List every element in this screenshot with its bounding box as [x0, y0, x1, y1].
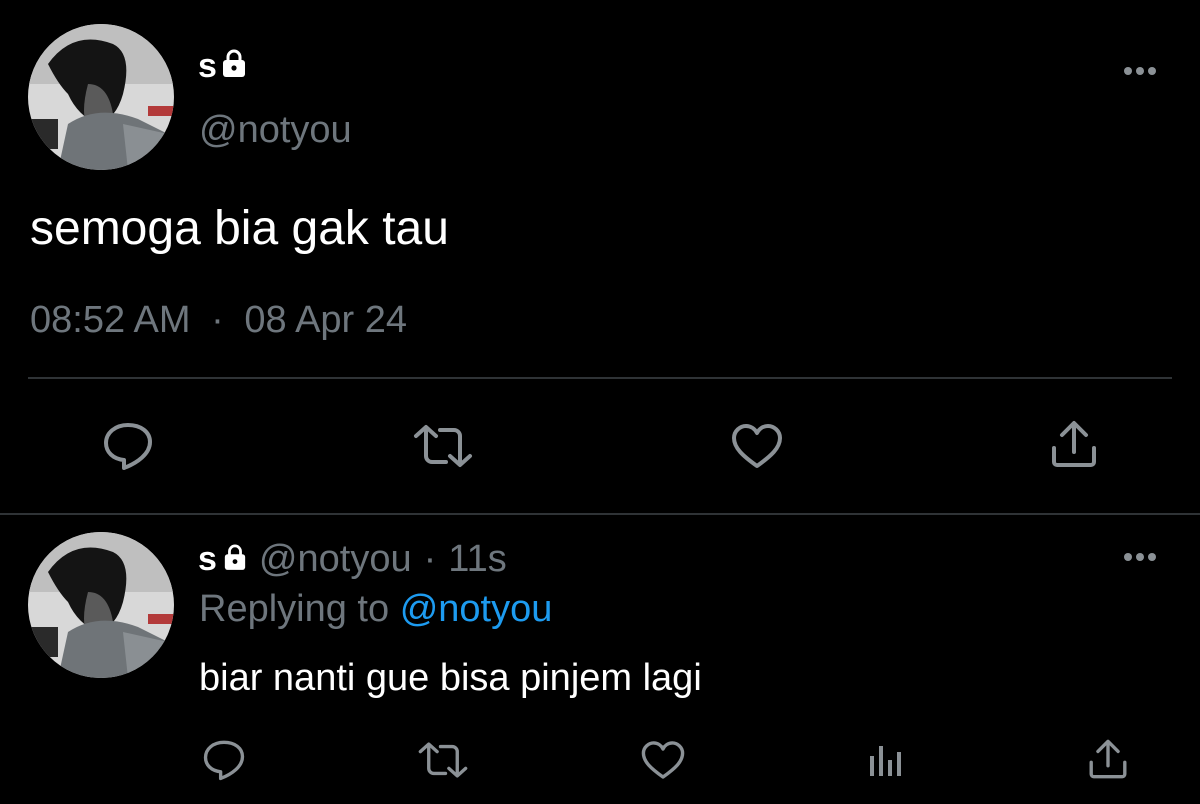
like-icon[interactable] [636, 736, 690, 784]
divider [28, 377, 1172, 379]
lock-icon [223, 538, 247, 580]
replying-to-row: Replying to @notyou [199, 588, 552, 630]
avatar-photo [28, 24, 174, 170]
display-name-row[interactable]: s [198, 48, 247, 84]
replying-to-link[interactable]: @notyou [400, 588, 553, 630]
tweet-time: 08:52 AM [30, 299, 191, 341]
avatar-photo [28, 532, 174, 678]
tweet-date[interactable]: 08 Apr 24 [244, 299, 407, 341]
reply-age[interactable]: 11s [448, 538, 506, 580]
reply-header: s @notyou · 11s [198, 538, 507, 580]
lock-icon [221, 48, 247, 84]
display-name: s [198, 47, 217, 85]
reply-icon[interactable] [98, 418, 158, 474]
retweet-icon[interactable] [410, 420, 476, 472]
reply-text: biar nanti gue bisa pinjem lagi [199, 657, 702, 699]
reply-avatar[interactable] [28, 532, 174, 678]
reply-display-name[interactable]: s [198, 538, 217, 580]
handle[interactable]: @notyou [199, 110, 352, 150]
tweet-text: semoga bia gak tau [30, 202, 449, 255]
timestamp-separator: · [211, 299, 224, 341]
like-icon[interactable] [726, 418, 788, 474]
share-icon[interactable] [1044, 416, 1104, 472]
more-icon[interactable] [1120, 56, 1160, 86]
reply-separator: · [423, 538, 437, 580]
section-divider [0, 513, 1200, 515]
share-icon[interactable] [1082, 734, 1134, 784]
replying-to-label: Replying to [199, 588, 390, 630]
analytics-icon[interactable] [862, 738, 910, 782]
reply-icon[interactable] [198, 736, 250, 784]
reply-handle[interactable]: @notyou [259, 538, 412, 580]
avatar[interactable] [28, 24, 174, 170]
more-icon[interactable] [1120, 542, 1160, 572]
retweet-icon[interactable] [414, 738, 472, 782]
timestamp-row: 08:52 AM · 08 Apr 24 [30, 298, 407, 342]
